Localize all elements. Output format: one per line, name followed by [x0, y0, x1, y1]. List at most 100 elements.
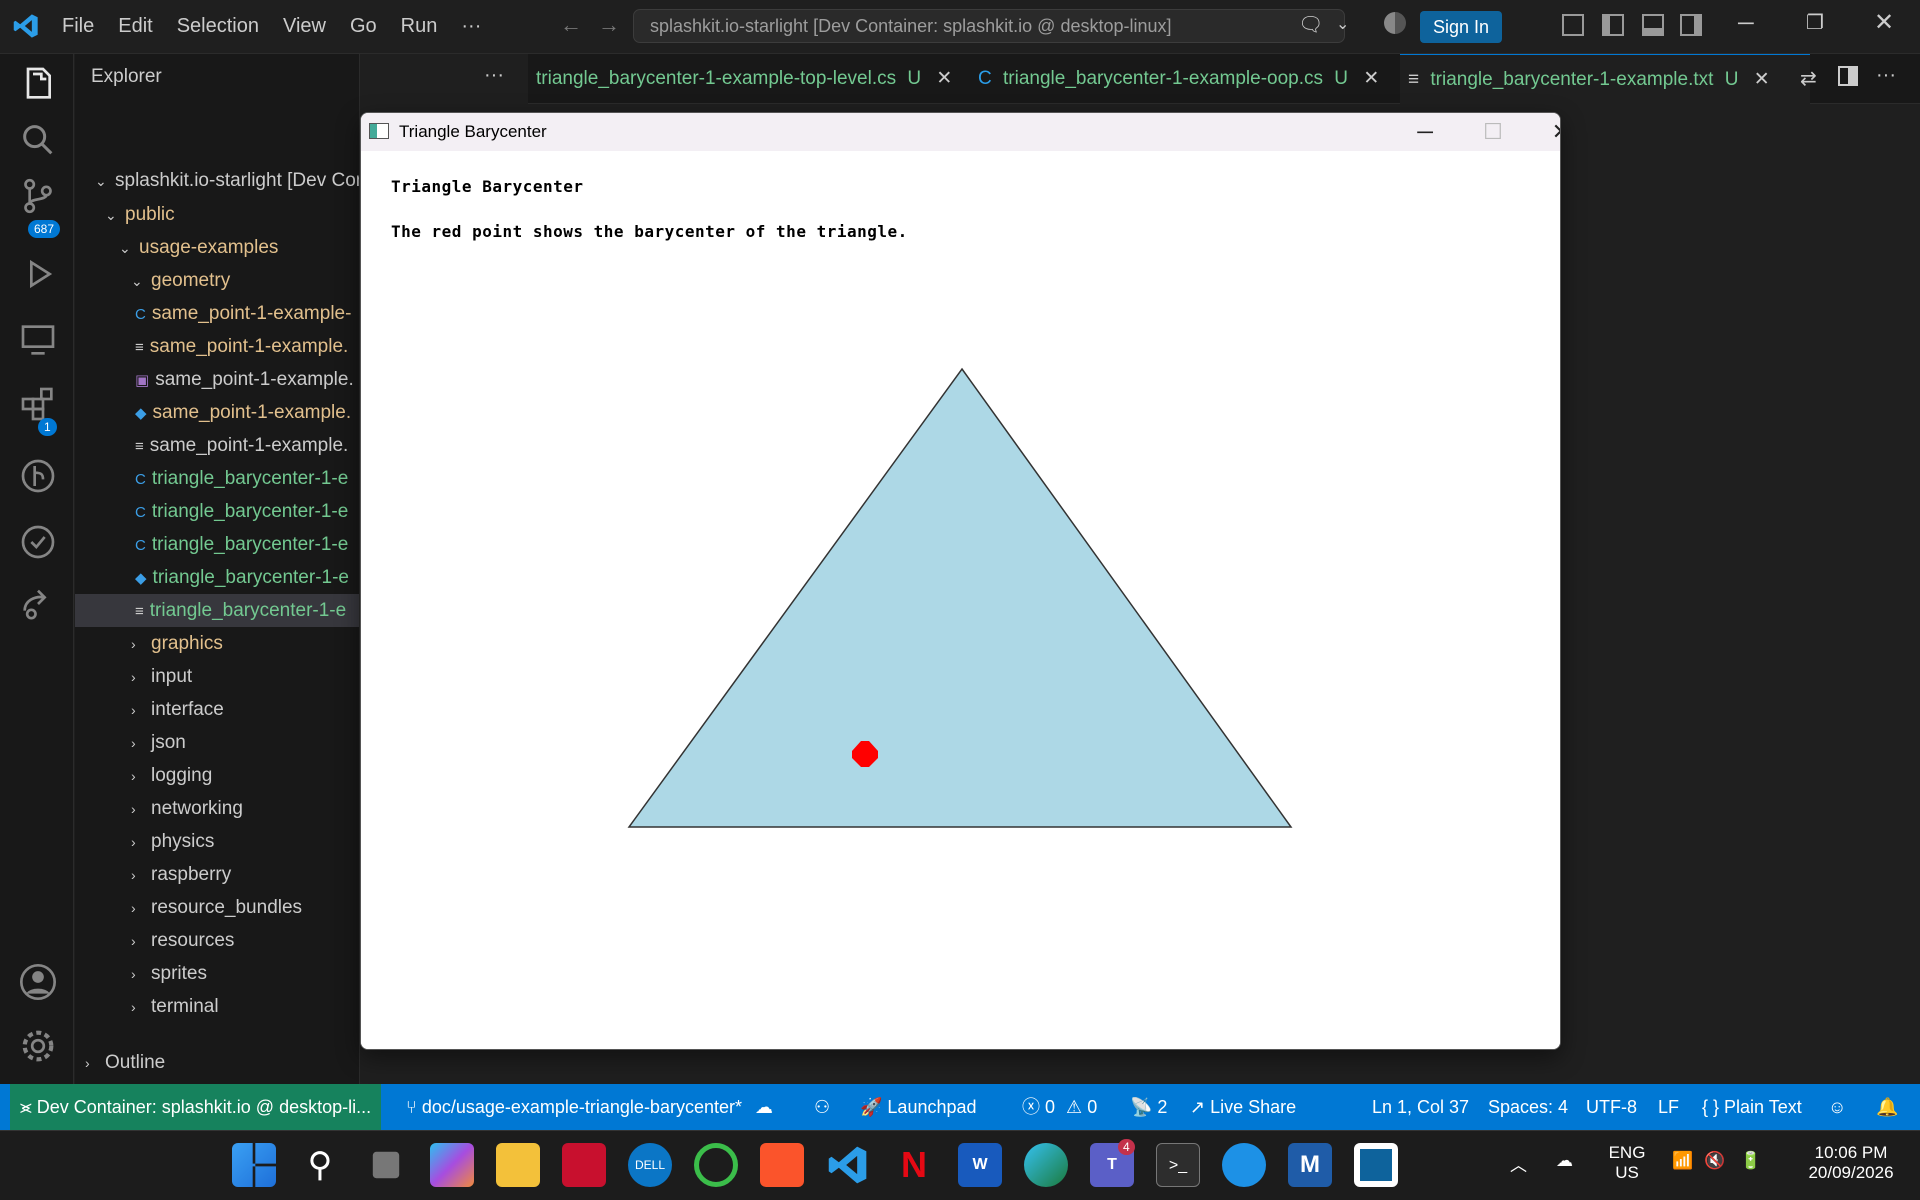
- language-indicator[interactable]: ENG US: [1600, 1143, 1654, 1183]
- tree-item[interactable]: Ctriangle_barycenter-1-e: [75, 462, 359, 495]
- tree-item[interactable]: › resources: [75, 924, 359, 957]
- end-of-line[interactable]: LF: [1658, 1084, 1679, 1130]
- language-mode[interactable]: { } Plain Text: [1702, 1084, 1802, 1130]
- tree-item[interactable]: › json: [75, 726, 359, 759]
- open-changes-icon[interactable]: ⇄: [1800, 66, 1817, 91]
- encoding[interactable]: UTF-8: [1586, 1084, 1637, 1130]
- live-share-icon[interactable]: [18, 584, 58, 624]
- live-share-item[interactable]: ↗ Live Share: [1190, 1084, 1296, 1130]
- toggle-secondary-sidebar-icon[interactable]: [1680, 14, 1702, 36]
- remote-explorer-icon[interactable]: [18, 320, 58, 360]
- notifications-bell-icon[interactable]: 🔔: [1876, 1084, 1898, 1130]
- search-icon[interactable]: [18, 120, 58, 160]
- git-graph-status-icon[interactable]: ⚇: [814, 1084, 830, 1130]
- menu-more[interactable]: ···: [449, 15, 493, 38]
- tab-example-txt[interactable]: ≡ triangle_barycenter-1-example.txt U ✕: [1400, 54, 1810, 104]
- tab-close-icon[interactable]: ✕: [936, 68, 952, 89]
- sync-cloud-icon[interactable]: ☁: [755, 1097, 773, 1117]
- tab-oop-cs[interactable]: C triangle_barycenter-1-example-oop.cs U…: [970, 54, 1402, 104]
- customize-layout-icon[interactable]: [1562, 14, 1584, 36]
- tree-item[interactable]: › physics: [75, 825, 359, 858]
- onedrive-icon[interactable]: ☁: [1556, 1151, 1573, 1171]
- volume-muted-icon[interactable]: 🔇: [1704, 1151, 1725, 1171]
- menu-run[interactable]: Run: [389, 15, 450, 38]
- word-icon[interactable]: W: [958, 1143, 1002, 1187]
- explorer-more-icon[interactable]: ···: [484, 64, 504, 87]
- tab-top-level-cs[interactable]: triangle_barycenter-1-example-top-level.…: [528, 54, 964, 104]
- vscode-taskbar-icon[interactable]: [826, 1143, 870, 1187]
- tree-item[interactable]: ≡ triangle_barycenter-1-e: [75, 594, 359, 627]
- tree-item[interactable]: › resource_bundles: [75, 891, 359, 924]
- show-hidden-icons-chevron-icon[interactable]: ︿: [1510, 1151, 1527, 1176]
- source-control-icon[interactable]: [18, 176, 58, 216]
- run-debug-icon[interactable]: [18, 254, 58, 294]
- tab-close-icon[interactable]: ✕: [1363, 68, 1379, 89]
- tree-item[interactable]: Ctriangle_barycenter-1-e: [75, 495, 359, 528]
- start-menu-icon[interactable]: [232, 1143, 276, 1187]
- testing-icon[interactable]: [18, 522, 58, 562]
- app-window-titlebar[interactable]: Triangle Barycenter ─ ☐ ✕: [361, 113, 1560, 151]
- launchpad-item[interactable]: 🚀 Launchpad: [860, 1084, 977, 1130]
- menu-selection[interactable]: Selection: [165, 15, 271, 38]
- editor-more-icon[interactable]: ···: [1876, 64, 1896, 87]
- app-minimize-icon[interactable]: ─: [1391, 113, 1459, 151]
- tree-item[interactable]: ≡ same_point-1-example.: [75, 429, 359, 462]
- splashkit-window-taskbar-icon[interactable]: [1354, 1143, 1398, 1187]
- indentation[interactable]: Spaces: 4: [1488, 1084, 1568, 1130]
- copilot-app-icon[interactable]: [430, 1143, 474, 1187]
- accounts-icon[interactable]: [18, 962, 58, 1002]
- tree-item[interactable]: › raspberry: [75, 858, 359, 891]
- mendeley-icon[interactable]: M: [1288, 1143, 1332, 1187]
- chat-icon[interactable]: 🗨: [1298, 12, 1323, 37]
- edge-browser-icon[interactable]: [1024, 1143, 1068, 1187]
- copilot-status-icon[interactable]: ☺: [1828, 1084, 1846, 1130]
- git-graph-icon[interactable]: [18, 456, 58, 496]
- tab-close-icon[interactable]: ✕: [1754, 69, 1770, 90]
- tree-item[interactable]: Csame_point-1-example-: [75, 297, 359, 330]
- tree-item[interactable]: ⌄ public: [75, 198, 359, 231]
- toggle-panel-icon[interactable]: [1642, 14, 1664, 36]
- remote-indicator[interactable]: ⪤ Dev Container: splashkit.io @ desktop-…: [10, 1084, 382, 1130]
- file-explorer-icon[interactable]: [496, 1143, 540, 1187]
- split-editor-icon[interactable]: [1838, 66, 1858, 86]
- brave-browser-icon[interactable]: [760, 1143, 804, 1187]
- search-taskbar-icon[interactable]: ⚲: [298, 1143, 342, 1187]
- docker-icon[interactable]: [1222, 1143, 1266, 1187]
- tree-item[interactable]: Ctriangle_barycenter-1-e: [75, 528, 359, 561]
- workspace-root[interactable]: ⌄ splashkit.io-starlight [Dev Con: [75, 164, 359, 197]
- minimize-icon[interactable]: ─: [1738, 10, 1754, 36]
- task-view-icon[interactable]: [372, 1151, 400, 1179]
- ports-item[interactable]: 📡 2: [1130, 1084, 1167, 1130]
- tree-item[interactable]: › interface: [75, 693, 359, 726]
- accounts-copilot-icon[interactable]: [1384, 12, 1406, 34]
- tree-item[interactable]: › terminal: [75, 990, 359, 1023]
- battery-icon[interactable]: 🔋: [1740, 1151, 1761, 1171]
- wifi-icon[interactable]: 📶: [1672, 1151, 1693, 1171]
- clock[interactable]: 10:06 PM 20/09/2026: [1796, 1143, 1906, 1183]
- tree-item[interactable]: ≡ same_point-1-example.: [75, 330, 359, 363]
- command-center[interactable]: splashkit.io-starlight [Dev Container: s…: [633, 9, 1345, 43]
- back-arrow-icon[interactable]: ←: [560, 12, 582, 38]
- tree-item[interactable]: ◆ same_point-1-example.: [75, 396, 359, 429]
- chevron-down-icon[interactable]: ⌄: [1336, 14, 1349, 34]
- mcafee-icon[interactable]: [562, 1143, 606, 1187]
- toggle-primary-sidebar-icon[interactable]: [1602, 14, 1624, 36]
- menu-file[interactable]: File: [50, 15, 106, 38]
- menu-edit[interactable]: Edit: [106, 15, 164, 38]
- forward-arrow-icon[interactable]: →: [598, 12, 620, 38]
- restore-icon[interactable]: ❐: [1806, 10, 1824, 35]
- explorer-icon[interactable]: [18, 64, 58, 104]
- tree-item[interactable]: › input: [75, 660, 359, 693]
- netflix-icon[interactable]: N: [892, 1143, 936, 1187]
- app-close-icon[interactable]: ✕: [1527, 113, 1560, 151]
- tree-item[interactable]: ▣ same_point-1-example.: [75, 363, 359, 396]
- tree-item[interactable]: › networking: [75, 792, 359, 825]
- problems-item[interactable]: ⓧ 0 ⚠ 0: [1022, 1084, 1097, 1130]
- tree-item[interactable]: ⌄ usage-examples: [75, 231, 359, 264]
- settings-gear-icon[interactable]: [18, 1026, 58, 1066]
- branch-indicator[interactable]: ⑂ doc/usage-example-triangle-barycenter*…: [406, 1084, 773, 1130]
- menu-view[interactable]: View: [271, 15, 338, 38]
- cursor-position[interactable]: Ln 1, Col 37: [1372, 1084, 1469, 1130]
- tree-item[interactable]: › logging: [75, 759, 359, 792]
- green-ring-app-icon[interactable]: [694, 1143, 738, 1187]
